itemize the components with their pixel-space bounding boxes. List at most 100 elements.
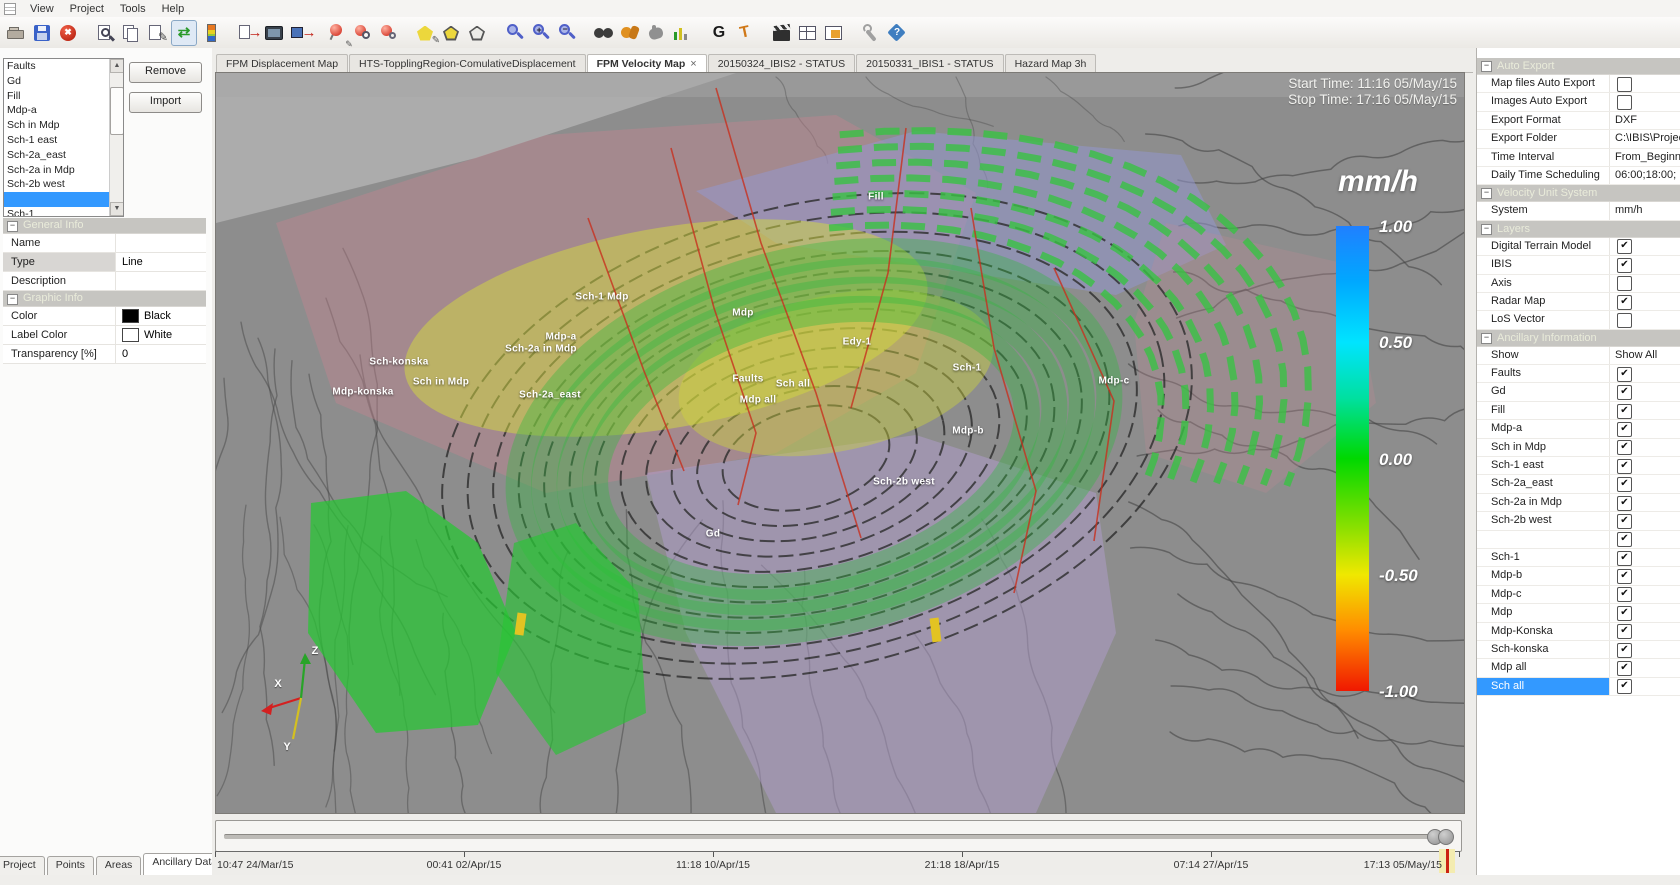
checkbox[interactable]: ✔ [1617,422,1632,437]
list-item[interactable]: Faults [4,59,123,74]
tab-ibis1-status[interactable]: 20150331_IBIS1 - STATUS [856,54,1003,72]
list-item[interactable]: Sch-2b west [4,177,123,192]
list-item[interactable]: Sch-1 [4,207,123,217]
menu-project[interactable]: Project [62,2,112,16]
name-value[interactable] [116,234,206,252]
scroll-thumb[interactable] [110,87,124,135]
add-point-icon[interactable]: ✎ [325,21,349,45]
list-item[interactable]: Sch in Mdp [4,118,123,133]
collapse-icon[interactable] [7,221,18,232]
show-all-value[interactable]: Show All [1609,347,1680,364]
edit-document-icon[interactable]: ✎ [145,21,169,45]
list-scrollbar[interactable] [109,59,123,216]
save-icon[interactable] [30,21,54,45]
type-value[interactable]: Line [116,253,206,271]
checkbox[interactable]: ✔ [1617,679,1632,694]
checkbox[interactable] [1617,313,1632,328]
slider-handle-right[interactable] [1438,829,1454,845]
general-info-header[interactable]: General Info [3,218,206,234]
layout-windows-icon[interactable] [796,21,820,45]
map-viewport[interactable]: Start Time: 11:16 05/May/15 Stop Time: 1… [215,72,1465,814]
chart-tool-icon[interactable] [670,21,694,45]
transparency-value[interactable]: 0 [116,345,206,363]
checkbox[interactable]: ✔ [1617,496,1632,511]
checkbox[interactable]: ✔ [1617,367,1632,382]
list-item-selected[interactable] [4,192,123,207]
layout-report-icon[interactable] [822,21,846,45]
collapse-icon[interactable] [1481,61,1492,72]
checkbox[interactable]: ✔ [1617,477,1632,492]
checkbox[interactable] [1617,95,1632,110]
tab-hazard-map-3h[interactable]: Hazard Map 3h [1005,54,1097,72]
point-zoom-b-icon[interactable] [377,21,401,45]
checkbox[interactable]: ✔ [1617,295,1632,310]
layers-header[interactable]: Layers [1477,221,1680,238]
tab-fpm-velocity-map[interactable]: FPM Velocity Map [587,54,707,72]
collapse-icon[interactable] [7,294,18,305]
open-project-icon[interactable] [4,21,28,45]
copy-icon[interactable] [119,21,143,45]
setting-value[interactable]: DXF [1609,112,1680,129]
description-value[interactable] [116,272,206,290]
time-range-slider[interactable] [215,820,1462,852]
tab-fpm-displacement-map[interactable]: FPM Displacement Map [216,54,348,72]
collapse-icon[interactable] [1481,188,1492,199]
checkbox[interactable]: ✔ [1617,624,1632,639]
checkbox[interactable]: ✔ [1617,385,1632,400]
export-map-icon[interactable]: → [236,21,260,45]
import-button[interactable]: Import [129,92,202,113]
collapse-icon[interactable] [1481,224,1492,235]
tab-project[interactable]: Project [0,856,45,875]
slider-groove[interactable] [224,834,1453,839]
scroll-down-icon[interactable] [110,202,124,216]
checkbox[interactable]: ✔ [1617,514,1632,529]
tab-hts-toppling[interactable]: HTS-TopplingRegion-ComulativeDisplacemen… [349,54,586,72]
zoom-out-icon[interactable]: − [555,21,579,45]
menu-help[interactable]: Help [154,2,193,16]
pan-icon[interactable] [644,21,668,45]
print-preview-icon[interactable] [93,21,117,45]
color-scale-icon[interactable] [199,21,223,45]
binoculars-icon[interactable] [592,21,616,45]
ancillary-label[interactable]: Sch all [1477,678,1609,695]
label-color-swatch[interactable] [122,328,139,342]
ancillary-layer-listbox[interactable]: Faults Gd Fill Mdp-a Sch in Mdp Sch-1 ea… [3,58,124,217]
settings-wrench-icon[interactable] [859,21,883,45]
close-icon[interactable]: ✖ [56,21,80,45]
zoom-selection-icon[interactable] [503,21,527,45]
menu-tools[interactable]: Tools [112,2,154,16]
find-orange-icon[interactable] [618,21,642,45]
setting-value[interactable]: mm/h [1609,202,1680,219]
menu-view[interactable]: View [22,2,62,16]
checkbox[interactable]: ✔ [1617,532,1632,547]
list-item[interactable]: Sch-1 east [4,133,123,148]
label-color-value[interactable]: White [116,326,206,344]
setting-value[interactable]: C:\IBIS\Project [1609,130,1680,147]
checkbox[interactable] [1617,77,1632,92]
checkbox[interactable]: ✔ [1617,587,1632,602]
list-item[interactable]: Sch-2a_east [4,148,123,163]
checkbox[interactable]: ✔ [1617,258,1632,273]
checkbox[interactable]: ✔ [1617,569,1632,584]
checkbox[interactable]: ✔ [1617,404,1632,419]
setting-value[interactable]: From_Beginning [1609,149,1680,166]
tab-ibis2-status[interactable]: 20150324_IBIS2 - STATUS [708,54,855,72]
tab-areas[interactable]: Areas [96,856,141,875]
draw-polygon-icon[interactable]: ✎ [414,21,438,45]
checkbox[interactable]: ✔ [1617,643,1632,658]
setting-value[interactable]: 06:00;18:00; [1609,167,1680,184]
movie-maker-icon[interactable] [770,21,794,45]
list-item[interactable]: Fill [4,89,123,104]
zoom-in-icon[interactable]: + [529,21,553,45]
color-value[interactable]: Black [116,307,206,325]
checkbox[interactable]: ✔ [1617,661,1632,676]
checkbox[interactable]: ✔ [1617,459,1632,474]
swap-compare-icon[interactable]: ⇄ [171,20,197,46]
list-item[interactable]: Mdp-a [4,103,123,118]
tab-points[interactable]: Points [47,856,94,875]
checkbox[interactable]: ✔ [1617,239,1632,254]
collapse-icon[interactable] [1481,333,1492,344]
section-tool-icon[interactable]: T [733,21,757,45]
checkbox[interactable]: ✔ [1617,551,1632,566]
checkbox[interactable]: ✔ [1617,440,1632,455]
